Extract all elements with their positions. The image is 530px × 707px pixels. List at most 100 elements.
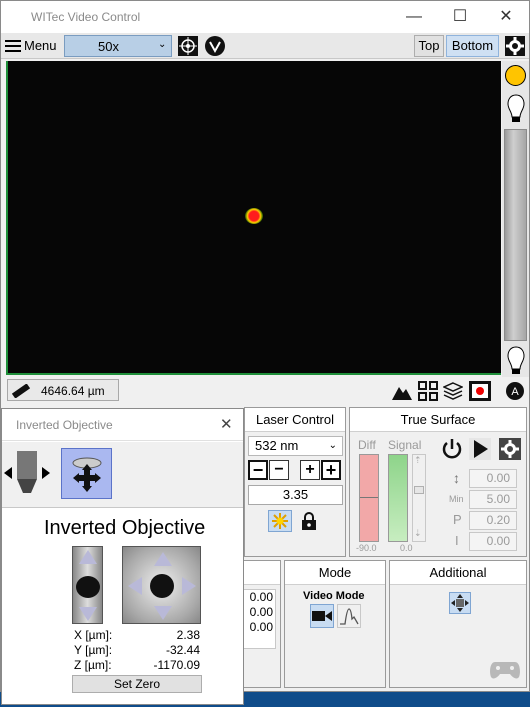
y-down-arrow-icon[interactable] bbox=[154, 606, 172, 620]
app-icon bbox=[9, 10, 23, 24]
surface-value-field[interactable]: 0.00 bbox=[469, 469, 517, 488]
coordinate-value-1: 0.00 bbox=[249, 590, 273, 604]
signal-gauge bbox=[388, 454, 408, 542]
min-field[interactable]: 5.00 bbox=[469, 490, 517, 509]
record-frame-icon[interactable] bbox=[468, 380, 492, 402]
status-bar: 4646.64 µm A bbox=[1, 378, 529, 406]
signal-value: 0.0 bbox=[400, 543, 413, 553]
i-field[interactable]: 0.00 bbox=[469, 532, 517, 551]
menu-button[interactable]: Menu bbox=[3, 35, 59, 57]
wavelength-value: 532 nm bbox=[255, 438, 299, 453]
mode-title: Mode bbox=[285, 561, 385, 585]
z-focus-control[interactable] bbox=[72, 546, 103, 624]
y-value: -32.44 bbox=[165, 643, 200, 657]
move-objective-icon[interactable] bbox=[61, 448, 112, 499]
inverted-objective-window: Inverted Objective ✕ Inverted Objective … bbox=[1, 408, 244, 705]
chevron-down-icon: ⌄ bbox=[158, 39, 167, 50]
maximize-button[interactable]: ☐ bbox=[437, 1, 483, 33]
mountain-icon[interactable] bbox=[391, 380, 413, 402]
p-field[interactable]: 0.20 bbox=[469, 511, 517, 530]
video-view[interactable] bbox=[6, 61, 501, 375]
laser-control-title: Laser Control bbox=[245, 408, 345, 432]
objective-value: 50x bbox=[98, 39, 119, 54]
target-icon[interactable] bbox=[177, 35, 199, 57]
x-left-arrow-icon[interactable] bbox=[128, 577, 142, 595]
inverted-objective-window-title: Inverted Objective bbox=[16, 418, 113, 432]
video-mode-label: Video Mode bbox=[303, 590, 365, 602]
diff-label: Diff bbox=[358, 438, 376, 452]
brightness-slider[interactable] bbox=[504, 129, 527, 341]
laser-spot bbox=[245, 208, 263, 224]
inverted-objective-heading: Inverted Objective bbox=[44, 517, 206, 539]
i-label: I bbox=[455, 533, 459, 548]
lock-icon[interactable] bbox=[297, 510, 321, 532]
increase-small-button[interactable]: + bbox=[300, 460, 320, 480]
bottom-button[interactable]: Bottom bbox=[446, 35, 499, 57]
increase-large-button[interactable]: + bbox=[321, 460, 341, 480]
video-camera-icon[interactable] bbox=[310, 604, 334, 628]
y-up-arrow-icon[interactable] bbox=[154, 552, 172, 566]
xy-knob[interactable] bbox=[150, 574, 174, 598]
z-label: Z [µm]: bbox=[74, 658, 112, 672]
move-arrows-icon[interactable] bbox=[449, 592, 471, 614]
lightbulb-outline-icon[interactable] bbox=[506, 345, 526, 375]
close-button[interactable]: ✕ bbox=[483, 1, 529, 33]
window-title: WITec Video Control bbox=[31, 10, 141, 24]
minimize-button[interactable]: — bbox=[391, 1, 437, 33]
objective-mode-toolbar bbox=[2, 442, 243, 508]
objective-select[interactable]: 50x ⌄ bbox=[64, 35, 172, 57]
min-label: Min bbox=[449, 494, 464, 504]
wavelength-select[interactable]: 532 nm ⌄ bbox=[248, 436, 343, 456]
scale-value: 4646.64 µm bbox=[41, 384, 105, 398]
coordinates-panel-header bbox=[238, 561, 280, 585]
signal-slider[interactable]: ⇡ ⇣ bbox=[412, 454, 426, 542]
objective-lens-icon[interactable] bbox=[2, 448, 52, 498]
spectrum-icon[interactable] bbox=[337, 604, 361, 628]
coordinate-value-2: 0.00 bbox=[249, 605, 273, 619]
top-toolbar: Menu 50x ⌄ Top Bottom bbox=[1, 33, 529, 59]
y-label: Y [µm]: bbox=[74, 643, 113, 657]
settings-gear-icon[interactable] bbox=[498, 437, 522, 461]
grid-view-icon[interactable] bbox=[417, 380, 439, 402]
z-knob[interactable] bbox=[76, 576, 100, 598]
x-right-arrow-icon[interactable] bbox=[182, 577, 196, 595]
power-icon[interactable] bbox=[440, 437, 464, 461]
diff-value: -90.0 bbox=[356, 543, 377, 553]
signal-label: Signal bbox=[388, 438, 422, 452]
layers-icon[interactable] bbox=[442, 380, 464, 402]
slider-down-arrow-icon: ⇣ bbox=[414, 528, 422, 538]
slider-thumb[interactable] bbox=[414, 486, 424, 494]
illumination-indicator-icon[interactable] bbox=[505, 65, 526, 86]
xy-control-pad[interactable] bbox=[122, 546, 201, 624]
settings-gear-icon[interactable] bbox=[504, 35, 526, 57]
true-surface-title: True Surface bbox=[350, 408, 526, 432]
main-window: WITec Video Control — ☐ ✕ Menu 50x ⌄ Top… bbox=[0, 0, 530, 705]
gamepad-icon[interactable] bbox=[489, 660, 521, 680]
lightbulb-icon[interactable] bbox=[506, 93, 526, 123]
hamburger-icon bbox=[5, 40, 21, 52]
p-label: P bbox=[453, 512, 462, 527]
x-label: X [µm]: bbox=[74, 628, 113, 642]
z-up-arrow-icon[interactable] bbox=[79, 550, 97, 564]
inverted-objective-titlebar: Inverted Objective ✕ bbox=[2, 409, 243, 441]
z-down-arrow-icon[interactable] bbox=[79, 607, 97, 621]
set-zero-button[interactable]: Set Zero bbox=[72, 675, 202, 693]
play-icon[interactable] bbox=[468, 437, 492, 461]
decrease-small-button[interactable]: − bbox=[269, 460, 289, 480]
video-v-icon[interactable] bbox=[204, 35, 226, 57]
laser-power-field[interactable]: 3.35 bbox=[248, 485, 343, 505]
decrease-large-button[interactable]: − bbox=[248, 460, 268, 480]
diff-gauge bbox=[359, 454, 379, 542]
laser-burst-icon[interactable] bbox=[268, 510, 292, 532]
true-surface-panel: True Surface Diff Signal ⇡ ⇣ -90.0 0.0 ↕… bbox=[349, 407, 527, 557]
svg-text:A: A bbox=[511, 386, 519, 398]
top-button[interactable]: Top bbox=[414, 35, 444, 57]
ruler-icon bbox=[12, 384, 30, 398]
auto-settings-icon[interactable]: A bbox=[504, 380, 526, 402]
close-icon[interactable]: ✕ bbox=[220, 415, 233, 433]
scale-box: 4646.64 µm bbox=[7, 379, 119, 401]
x-value: 2.38 bbox=[176, 628, 200, 642]
laser-control-panel: Laser Control 532 nm ⌄ − − + + 3.35 bbox=[244, 407, 346, 557]
z-value: -1170.09 bbox=[153, 658, 200, 672]
coordinate-value-3: 0.00 bbox=[249, 620, 273, 634]
